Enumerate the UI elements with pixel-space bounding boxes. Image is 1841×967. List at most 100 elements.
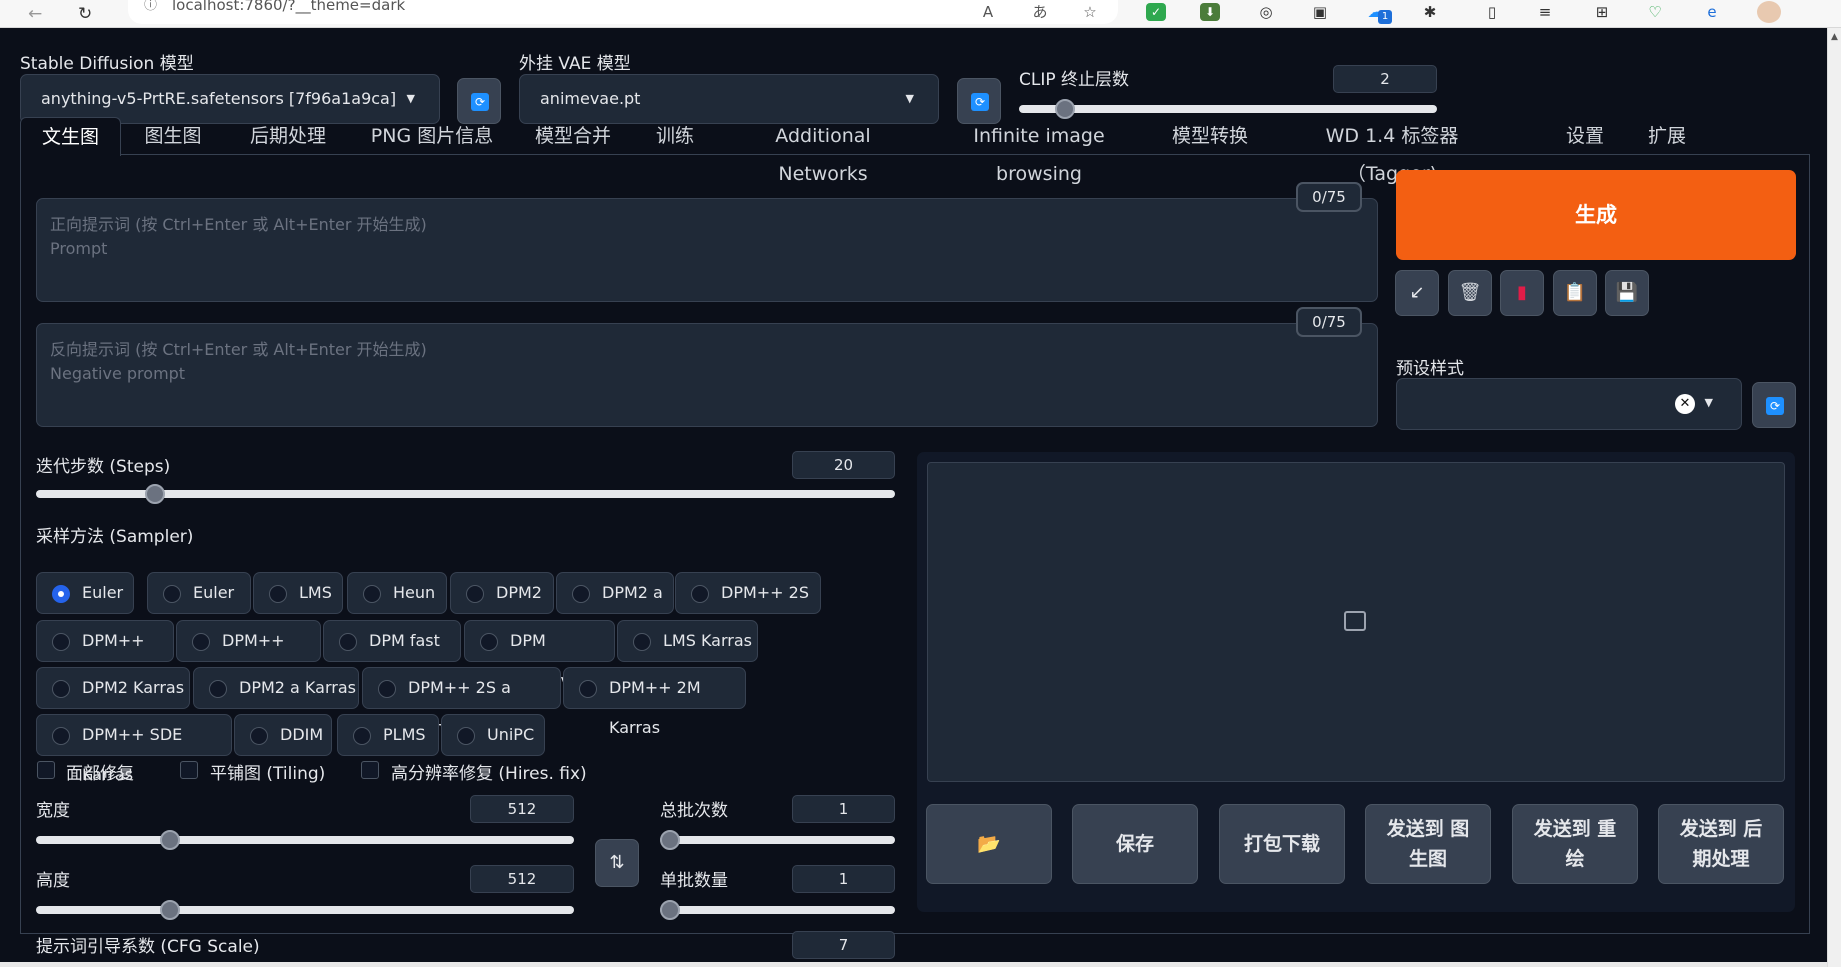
reload-icon[interactable]: ↻	[78, 4, 92, 24]
swirl-extension-icon[interactable]: ◎	[1256, 3, 1276, 21]
info-icon[interactable]: ⓘ	[144, 0, 157, 13]
save-style-button[interactable]: 💾	[1605, 270, 1649, 316]
styles-dropdown[interactable]: ✕ ▼	[1396, 378, 1742, 430]
swap-dimensions-button[interactable]: ⇅	[595, 839, 639, 887]
clip-value-input[interactable]: 2	[1333, 65, 1437, 93]
sampler-option[interactable]: DPM++ 2M Karras	[563, 667, 746, 737]
height-slider[interactable]	[36, 900, 574, 920]
radio-button[interactable]	[269, 585, 287, 603]
tab-img2img[interactable]: 图生图	[133, 117, 213, 155]
width-value-input[interactable]: 512	[470, 795, 574, 823]
send-to-extras-button[interactable]: 发送到 后期处理	[1658, 804, 1784, 884]
radio-button[interactable]	[480, 633, 498, 651]
radio-button[interactable]	[209, 680, 227, 698]
sampler-option[interactable]: DPM2 a	[556, 572, 674, 614]
face-restore-checkbox[interactable]	[37, 761, 55, 779]
read-aloud-icon[interactable]: A	[978, 3, 998, 21]
read-params-button[interactable]: ↙	[1395, 270, 1439, 316]
performance-icon[interactable]: ♡	[1645, 3, 1665, 21]
radio-button[interactable]	[163, 585, 181, 603]
sampler-option[interactable]: DPM++ 2S a Karras	[362, 667, 561, 737]
sampler-option[interactable]: DPM2 a Karras	[193, 667, 359, 709]
edge-icon[interactable]: e	[1702, 3, 1722, 21]
radio-button[interactable]	[457, 727, 475, 745]
sampler-option[interactable]: LMS Karras	[617, 620, 758, 662]
address-bar[interactable]: ⓘ localhost:7860/?__theme=dark	[128, 0, 1118, 24]
hires-fix-checkbox[interactable]	[361, 761, 379, 779]
tab-png-info[interactable]: PNG 图片信息	[362, 117, 502, 155]
radio-button[interactable]	[52, 633, 70, 651]
batch-count-slider[interactable]	[660, 830, 895, 850]
radio-button[interactable]	[353, 727, 371, 745]
sampler-option[interactable]: DPM++ 2M	[36, 620, 174, 690]
radio-button[interactable]	[579, 680, 597, 698]
styles-refresh-button[interactable]: ⟳	[1752, 382, 1796, 428]
radio-button[interactable]	[339, 633, 357, 651]
tab-extensions[interactable]: 扩展	[1637, 117, 1697, 155]
sampler-option[interactable]: DPM2 Karras	[36, 667, 190, 709]
collections-icon[interactable]: ⊞	[1592, 3, 1612, 21]
slider-knob[interactable]	[660, 830, 680, 850]
ghost-extension-icon[interactable]: ▣	[1310, 3, 1330, 21]
save-button[interactable]: 保存	[1072, 804, 1198, 884]
radio-button[interactable]	[250, 727, 268, 745]
shield-extension-icon[interactable]: ✓	[1146, 3, 1166, 21]
clear-icon[interactable]: ✕	[1675, 394, 1695, 414]
slider-knob[interactable]	[660, 900, 680, 920]
tab-image-browsing[interactable]: Infinite image browsing	[939, 117, 1139, 185]
batch-size-input[interactable]: 1	[792, 865, 895, 893]
send-to-img2img-button[interactable]: 发送到 图生图	[1365, 804, 1491, 884]
download-extension-icon[interactable]: ⬇	[1200, 3, 1220, 21]
slider-knob[interactable]	[145, 484, 166, 504]
scroll-up-icon[interactable]: ▲	[1831, 32, 1838, 42]
sampler-option[interactable]: DPM++ 2S a	[675, 572, 821, 642]
radio-button[interactable]	[192, 633, 210, 651]
radio-button[interactable]	[363, 585, 381, 603]
radio-button[interactable]	[52, 585, 70, 603]
clear-prompt-button[interactable]: 🗑	[1448, 270, 1492, 316]
clip-slider[interactable]	[1019, 99, 1437, 119]
radio-button[interactable]	[572, 585, 590, 603]
sampler-option[interactable]: PLMS	[337, 714, 439, 756]
extra-networks-button[interactable]: ▮	[1500, 270, 1544, 316]
sampler-option[interactable]: Euler	[147, 572, 251, 614]
radio-button[interactable]	[52, 680, 70, 698]
zip-download-button[interactable]: 打包下载	[1219, 804, 1345, 884]
radio-button[interactable]	[52, 727, 70, 745]
sampler-option[interactable]: LMS	[253, 572, 343, 614]
tab-merge[interactable]: 模型合并	[523, 117, 623, 155]
positive-prompt-input[interactable]: 正向提示词 (按 Ctrl+Enter 或 Alt+Enter 开始生成) Pr…	[36, 198, 1378, 302]
back-icon[interactable]: ←	[28, 4, 42, 24]
radio-button[interactable]	[691, 585, 709, 603]
tab-extras[interactable]: 后期处理	[238, 117, 338, 155]
sampler-option[interactable]: DPM++ SDE Karras	[36, 714, 232, 784]
tiling-checkbox[interactable]	[180, 761, 198, 779]
sampler-option[interactable]: DPM++ SDE	[176, 620, 321, 690]
tab-txt2img[interactable]: 文生图	[20, 117, 121, 156]
favorite-star-icon[interactable]: ☆	[1080, 3, 1100, 21]
cfg-value-input[interactable]: 7	[792, 931, 895, 959]
sampler-option[interactable]: DPM fast	[323, 620, 461, 662]
sampler-option[interactable]: DPM adaptive	[464, 620, 615, 690]
tab-additional-networks[interactable]: Additional Networks	[728, 117, 918, 185]
sampler-option[interactable]: DDIM	[234, 714, 332, 756]
sampler-option[interactable]: DPM2	[450, 572, 554, 614]
batch-count-input[interactable]: 1	[792, 795, 895, 823]
apply-style-button[interactable]: 📋	[1553, 270, 1597, 316]
generate-button[interactable]: 生成	[1396, 170, 1796, 260]
width-slider[interactable]	[36, 830, 574, 850]
open-folder-button[interactable]: 📂	[926, 804, 1052, 884]
radio-button[interactable]	[466, 585, 484, 603]
radio-button[interactable]	[633, 633, 651, 651]
page-scrollbar[interactable]: ▲	[1827, 28, 1841, 967]
height-value-input[interactable]: 512	[470, 865, 574, 893]
radio-button[interactable]	[378, 680, 396, 698]
tab-settings[interactable]: 设置	[1555, 117, 1615, 155]
sampler-option[interactable]: Euler a	[36, 572, 134, 642]
negative-prompt-input[interactable]: 反向提示词 (按 Ctrl+Enter 或 Alt+Enter 开始生成) Ne…	[36, 323, 1378, 427]
batch-size-slider[interactable]	[660, 900, 895, 920]
favorites-list-icon[interactable]: ≡	[1535, 3, 1555, 21]
translate-icon[interactable]: あ	[1030, 3, 1050, 21]
split-screen-icon[interactable]: ▯	[1482, 3, 1502, 21]
tab-model-convert[interactable]: 模型转换	[1160, 117, 1260, 155]
